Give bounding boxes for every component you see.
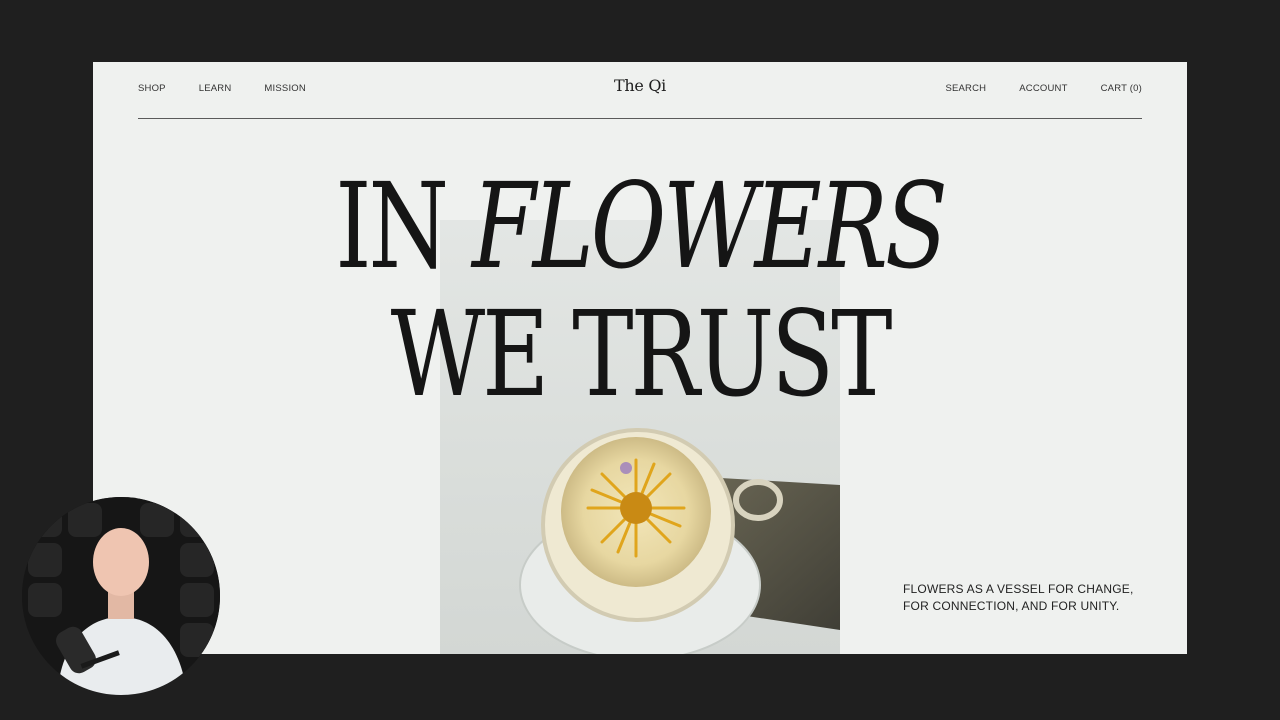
webcam-feed	[22, 497, 220, 695]
headline-line-1: IN FLOWERS	[213, 162, 1066, 290]
headline-line-2: WE TRUST	[390, 285, 893, 423]
headline-word-in: IN	[335, 157, 449, 295]
nav-link-cart[interactable]: CART (0)	[1101, 83, 1142, 94]
nav-left-links: SHOP LEARN MISSION	[138, 83, 339, 94]
nav-right-links: SEARCH ACCOUNT CART (0)	[912, 83, 1142, 94]
headline-word-flowers: FLOWERS	[472, 157, 948, 295]
tagline-line-2: FOR CONNECTION, AND FOR UNITY.	[903, 599, 1120, 613]
brand-logo[interactable]: The Qi	[614, 76, 666, 95]
nav-link-shop[interactable]: SHOP	[138, 83, 166, 94]
nav-link-learn[interactable]: LEARN	[199, 83, 232, 94]
top-navigation: SHOP LEARN MISSION The Qi SEARCH ACCOUNT…	[138, 62, 1142, 119]
hero-tagline: FLOWERS AS A VESSEL FOR CHANGE, FOR CONN…	[903, 581, 1134, 615]
nav-link-mission[interactable]: MISSION	[264, 83, 306, 94]
presenter-webcam-avatar	[22, 497, 220, 695]
hero-headline: IN FLOWERS WE TRUST	[93, 162, 1187, 418]
nav-link-account[interactable]: ACCOUNT	[1019, 83, 1067, 94]
website-page: SHOP LEARN MISSION The Qi SEARCH ACCOUNT…	[93, 62, 1187, 654]
nav-link-search[interactable]: SEARCH	[945, 83, 986, 94]
tagline-line-1: FLOWERS AS A VESSEL FOR CHANGE,	[903, 582, 1134, 596]
